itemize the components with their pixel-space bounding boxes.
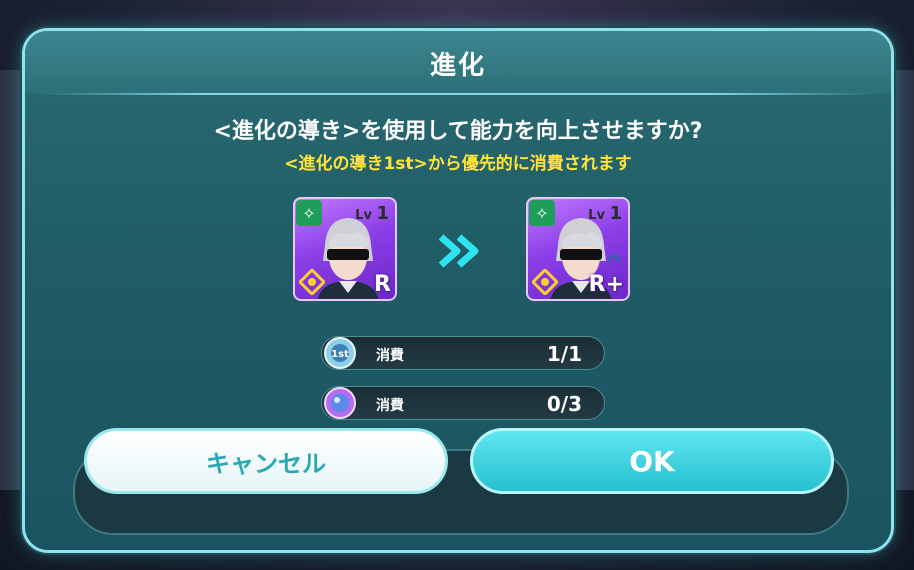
consume-row-1st: 1st 消費 1/1	[321, 336, 605, 370]
consume-label: 消費	[376, 348, 404, 364]
consume-label: 消費	[376, 398, 404, 414]
cancel-button[interactable]: キャンセル	[84, 428, 448, 494]
consume-count: 1/1	[546, 342, 582, 366]
character-card-after: ✧ Lv 1 R+	[526, 197, 630, 301]
evolution-guide-icon	[324, 387, 356, 419]
gold-badge-icon	[299, 269, 325, 295]
rank-up-icon	[606, 252, 622, 263]
confirm-question: <進化の導き>を使用して能力を向上させますか?	[213, 119, 703, 144]
rarity-label: R	[374, 272, 391, 297]
svg-text:1st: 1st	[331, 349, 349, 360]
character-portrait	[317, 218, 379, 299]
dialog-title-bar: 進化	[25, 31, 891, 93]
consume-count: 0/3	[546, 392, 582, 416]
ok-button[interactable]: OK	[470, 428, 834, 494]
gold-badge-icon	[532, 269, 558, 295]
consume-notice: <進化の導き1st>から優先的に消費されます	[284, 154, 632, 174]
dialog-title: 進化	[429, 51, 486, 81]
title-divider	[33, 93, 883, 95]
character-card-before: ✧ Lv 1 R	[293, 197, 397, 301]
evolve-arrow-icon	[438, 234, 479, 268]
consume-row-normal: 消費 0/3	[321, 386, 605, 420]
evolution-guide-1st-icon: 1st	[324, 337, 356, 369]
rarity-label: R+	[588, 272, 624, 297]
